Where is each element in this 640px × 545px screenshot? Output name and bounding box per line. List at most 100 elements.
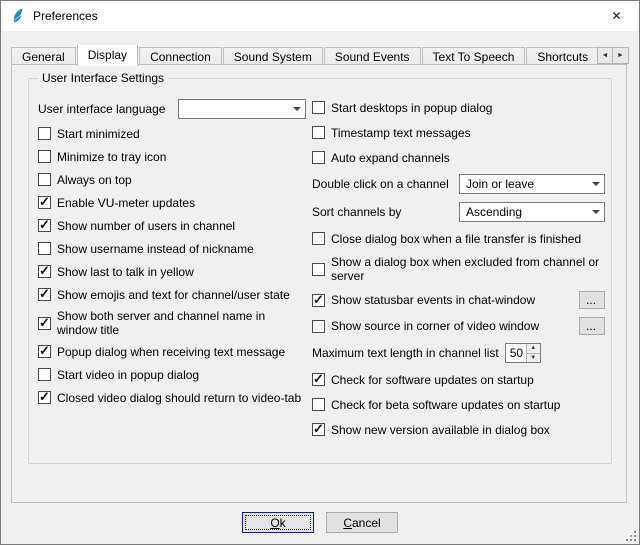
chevron-down-icon [289, 100, 305, 118]
checkbox-label[interactable]: Show emojis and text for channel/user st… [57, 288, 290, 302]
tab-label: General [22, 50, 65, 64]
combo-value: Ascending [466, 205, 588, 219]
checkbox-label[interactable]: Show source in corner of video window [331, 319, 539, 333]
excluded-dialog-checkbox[interactable] [312, 263, 325, 276]
checkbox-label[interactable]: Always on top [57, 173, 132, 187]
language-label: User interface language [38, 102, 165, 116]
statusbar-events-checkbox[interactable] [312, 294, 325, 307]
checkbox-label[interactable]: Timestamp text messages [331, 126, 471, 140]
button-row: Ok Cancel [1, 512, 639, 533]
video-source-corner-checkbox[interactable] [312, 320, 325, 333]
title-bar[interactable]: Preferences ✕ [1, 1, 639, 31]
cancel-rest: ancel [352, 516, 381, 530]
vu-meter-updates-checkbox[interactable] [38, 196, 51, 209]
checkbox-label[interactable]: Show both server and channel name in win… [57, 309, 306, 337]
minimize-to-tray-checkbox[interactable] [38, 150, 51, 163]
checkbox-label[interactable]: Show number of users in channel [57, 219, 235, 233]
spinner-value[interactable]: 50 [506, 344, 526, 362]
tab-label: Shortcuts [537, 50, 588, 64]
checkbox-label[interactable]: Start desktops in popup dialog [331, 101, 492, 115]
checkbox-label[interactable]: Enable VU-meter updates [57, 196, 195, 210]
ok-rest: k [280, 516, 286, 530]
spinner-arrows: ▲ ▼ [526, 344, 540, 362]
checkbox-label[interactable]: Close dialog box when a file transfer is… [331, 232, 581, 246]
checkbox-label[interactable]: Start minimized [57, 127, 140, 141]
combo-row: Double click on a channel Join or leave [312, 174, 605, 194]
checkbox-row: Always on top [38, 171, 306, 188]
last-to-talk-yellow-checkbox[interactable] [38, 265, 51, 278]
new-version-dialog-checkbox[interactable] [312, 423, 325, 436]
checkbox-label[interactable]: Check for software updates on startup [331, 373, 534, 387]
close-icon[interactable]: ✕ [594, 1, 639, 31]
language-combobox[interactable] [178, 99, 306, 119]
tab-display[interactable]: Display [77, 45, 138, 66]
show-emojis-checkbox[interactable] [38, 288, 51, 301]
check-updates-checkbox[interactable] [312, 373, 325, 386]
checkbox-row: Popup dialog when receiving text message [38, 343, 306, 360]
always-on-top-checkbox[interactable] [38, 173, 51, 186]
app-logo-icon [10, 8, 26, 24]
checkbox-label[interactable]: Show last to talk in yellow [57, 265, 194, 279]
closed-video-return-checkbox[interactable] [38, 391, 51, 404]
close-filetransfer-dialog-checkbox[interactable] [312, 232, 325, 245]
show-username-checkbox[interactable] [38, 242, 51, 255]
double-click-label: Double click on a channel [312, 177, 449, 191]
ok-button[interactable]: Ok [242, 512, 314, 533]
max-text-length-label: Maximum text length in channel list [312, 346, 499, 360]
tab-scroll-left-icon[interactable]: ◄ [597, 47, 613, 64]
start-minimized-checkbox[interactable] [38, 127, 51, 140]
video-popup-checkbox[interactable] [38, 368, 51, 381]
user-interface-settings-group: User Interface Settings User interface l… [28, 78, 612, 464]
language-row: User interface language [38, 99, 306, 119]
checkbox-row: Show a dialog box when excluded from cha… [312, 255, 605, 283]
tab-scroll-right-icon[interactable]: ► [613, 47, 629, 64]
sort-channels-combobox[interactable]: Ascending [459, 202, 605, 222]
server-channel-in-title-checkbox[interactable] [38, 317, 51, 330]
checkbox-label[interactable]: Show username instead of nickname [57, 242, 254, 256]
checkbox-label[interactable]: Show a dialog box when excluded from cha… [331, 255, 605, 283]
checkbox-label[interactable]: Show new version available in dialog box [331, 423, 550, 437]
checkbox-label[interactable]: Check for beta software updates on start… [331, 398, 560, 412]
checkbox-label[interactable]: Auto expand channels [331, 151, 450, 165]
checkbox-row: Show number of users in channel [38, 217, 306, 234]
left-column: User interface language Start minimized … [38, 99, 306, 406]
timestamp-messages-checkbox[interactable] [312, 126, 325, 139]
preferences-dialog: Preferences ✕ General Display Connection… [0, 0, 640, 545]
display-tab-pane: User Interface Settings User interface l… [11, 64, 627, 503]
max-text-length-spinner[interactable]: 50 ▲ ▼ [505, 343, 541, 363]
checkbox-row: Auto expand channels [312, 149, 605, 166]
chevron-down-icon [588, 175, 604, 193]
double-click-combobox[interactable]: Join or leave [459, 174, 605, 194]
popup-text-message-checkbox[interactable] [38, 345, 51, 358]
sort-channels-label: Sort channels by [312, 205, 401, 219]
checkbox-label[interactable]: Minimize to tray icon [57, 150, 166, 164]
statusbar-events-more-button[interactable]: ... [579, 291, 605, 309]
checkbox-row: Show username instead of nickname [38, 240, 306, 257]
checkbox-more-row: Show source in corner of video window ..… [312, 317, 605, 335]
show-user-count-checkbox[interactable] [38, 219, 51, 232]
checkbox-more-row: Show statusbar events in chat-window ... [312, 291, 605, 309]
desktops-popup-checkbox[interactable] [312, 101, 325, 114]
checkbox-label[interactable]: Start video in popup dialog [57, 368, 199, 382]
tab-label: Sound System [234, 50, 312, 64]
check-beta-updates-checkbox[interactable] [312, 398, 325, 411]
checkbox-label[interactable]: Popup dialog when receiving text message [57, 345, 285, 359]
tab-scroll-control: ◄ ► [597, 47, 629, 64]
cancel-button[interactable]: Cancel [326, 512, 398, 533]
checkbox-label[interactable]: Show statusbar events in chat-window [331, 293, 535, 307]
video-source-more-button[interactable]: ... [579, 317, 605, 335]
checkbox-row: Start desktops in popup dialog [312, 99, 605, 116]
checkbox-row: Check for beta software updates on start… [312, 396, 605, 413]
auto-expand-channels-checkbox[interactable] [312, 151, 325, 164]
combo-row: Sort channels by Ascending [312, 202, 605, 222]
spin-down-icon[interactable]: ▼ [527, 353, 540, 363]
spin-up-icon[interactable]: ▲ [527, 344, 540, 353]
checkbox-row: Show emojis and text for channel/user st… [38, 286, 306, 303]
checkbox-label[interactable]: Closed video dialog should return to vid… [57, 391, 301, 405]
cancel-accel: C [343, 516, 352, 530]
checkbox-row: Minimize to tray icon [38, 148, 306, 165]
tab-label: Display [88, 48, 127, 62]
spin-row: Maximum text length in channel list 50 ▲… [312, 343, 605, 363]
resize-grip[interactable] [624, 529, 637, 542]
combo-value: Join or leave [466, 177, 588, 191]
